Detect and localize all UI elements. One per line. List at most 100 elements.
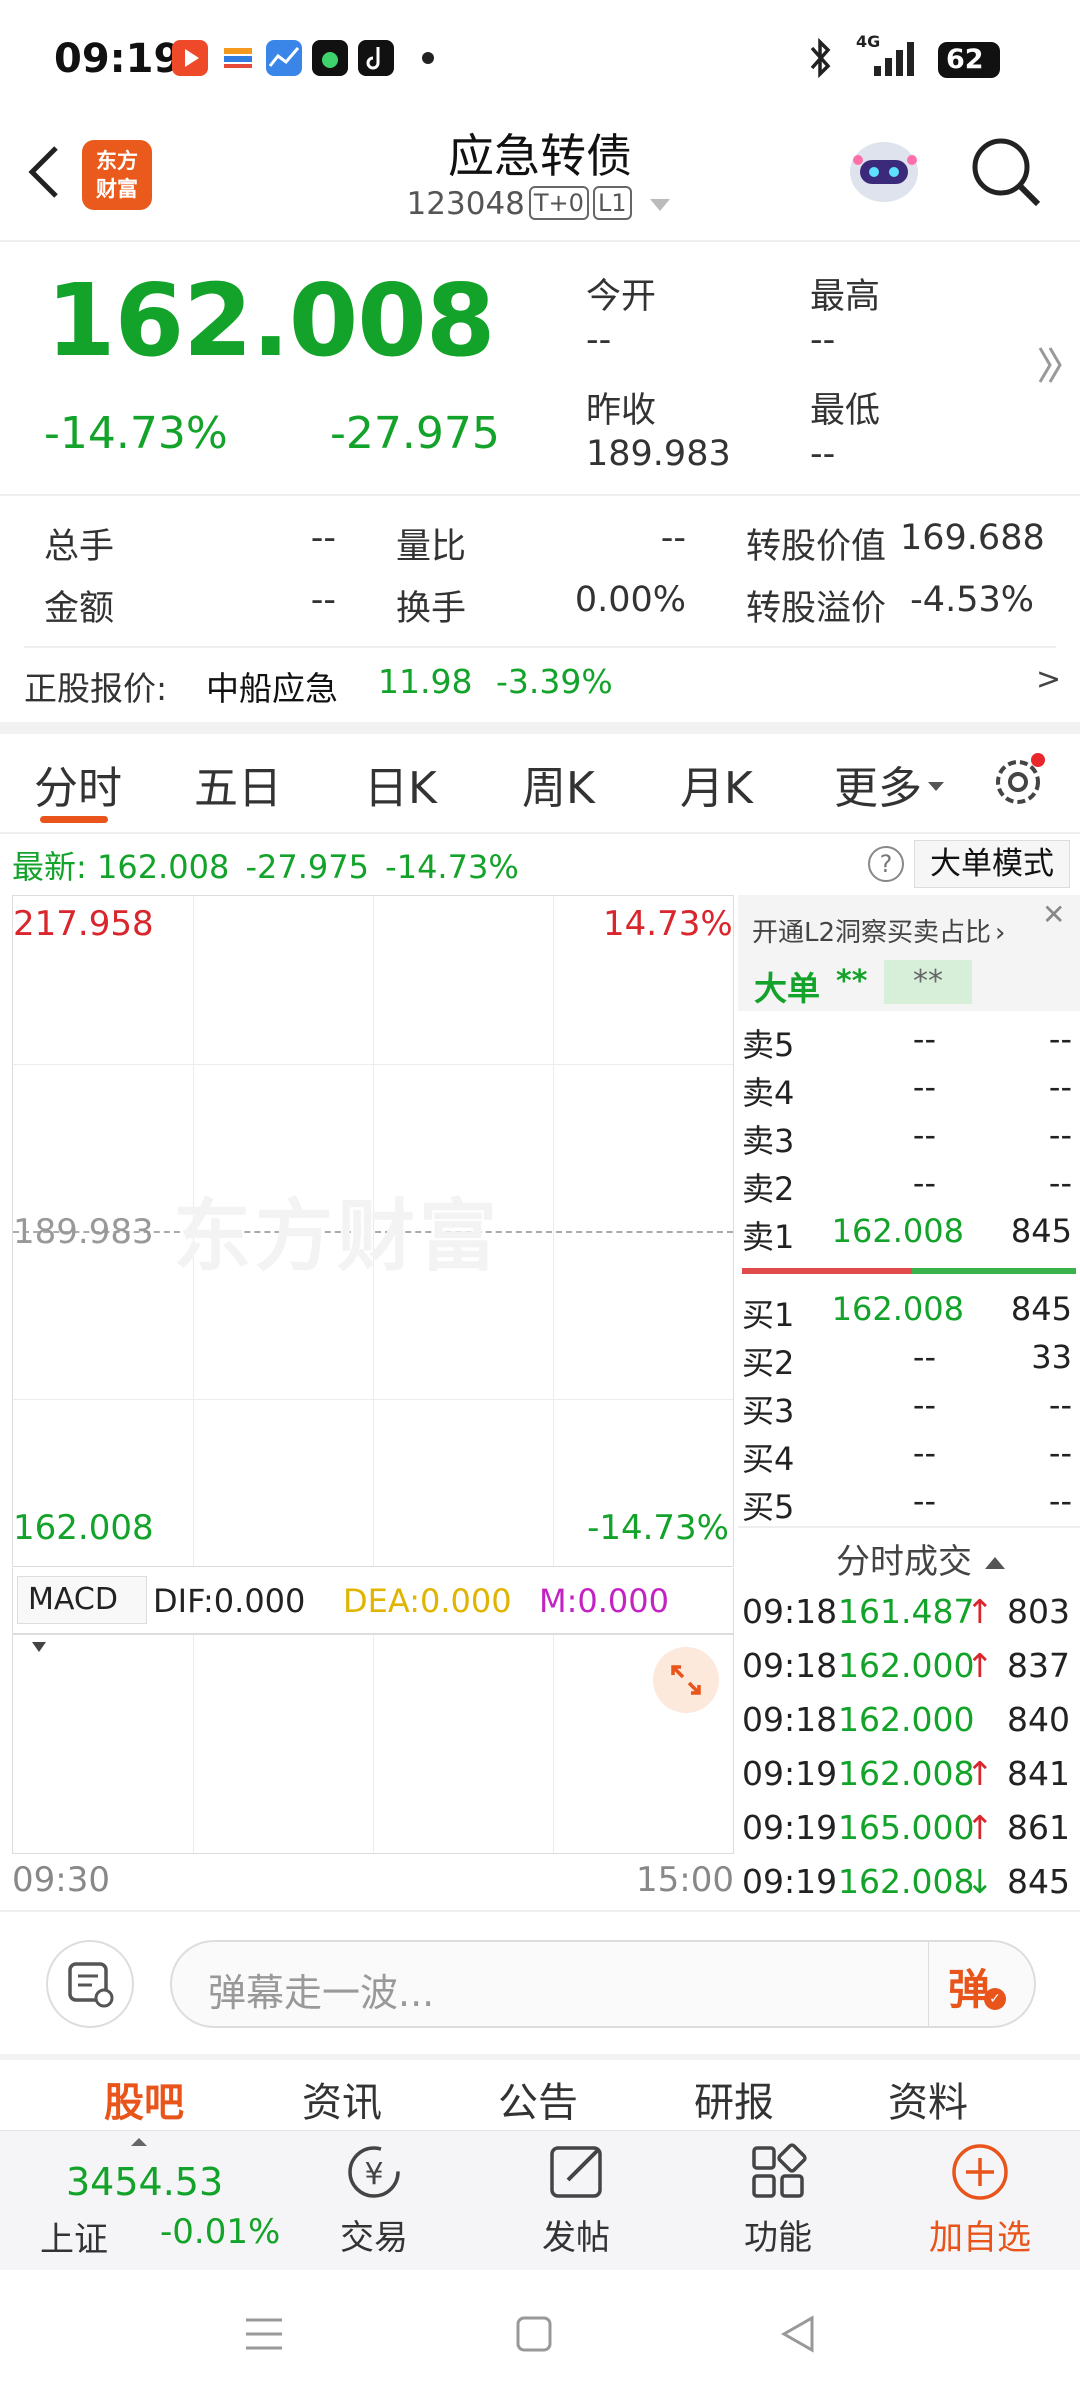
tab-news[interactable]: 资讯: [302, 2070, 382, 2128]
page-title: 应急转债: [448, 129, 632, 183]
ask-level-5[interactable]: 卖5 -- --: [742, 1020, 1076, 1067]
underlying-change: -3.39%: [496, 662, 613, 701]
indicator-name: MACD: [28, 1582, 118, 1617]
ask-price: 162.008: [831, 1212, 964, 1250]
underlying-stock-row[interactable]: 正股报价: 中船应急 11.98 -3.39% >: [0, 650, 1080, 722]
open-label: 今开: [586, 277, 657, 317]
edit-icon: [550, 2146, 602, 2198]
ask-volume: --: [1048, 1116, 1072, 1154]
danmaku-send-button[interactable]: 弹: [948, 1956, 990, 2017]
logo-text-2: 财富: [96, 177, 138, 201]
check-icon: ✓: [984, 1988, 1006, 2010]
robot-assistant-icon[interactable]: [844, 130, 924, 210]
system-back-button[interactable]: [778, 2314, 818, 2358]
recents-button[interactable]: [244, 2314, 284, 2358]
tab-more[interactable]: 更多: [834, 752, 946, 816]
index-ticker[interactable]: 3454.53 上证 -0.01%: [0, 2130, 290, 2270]
latest-label: 最新:: [12, 848, 87, 886]
volume-ratio-label: 量比: [396, 527, 467, 567]
y-axis-bottom: 162.008: [13, 1508, 154, 1548]
tick-up-arrow-icon: ↑: [966, 1646, 994, 1685]
signal-icon: [860, 40, 920, 84]
tab-more-label: 更多: [834, 763, 922, 814]
ask-price: --: [912, 1020, 936, 1058]
macd-m: M:0.000: [539, 1582, 669, 1620]
intraday-chart[interactable]: 东方财富 217.958 14.73% 189.983 162.008 -14.…: [12, 895, 734, 1567]
tab-profile[interactable]: 资料: [888, 2070, 968, 2128]
open-value: --: [586, 320, 612, 360]
ticks-title[interactable]: 分时成交: [836, 1534, 1007, 1583]
l2-promo-link[interactable]: 开通L2洞察买卖占比 ›: [752, 912, 1005, 949]
ask-price: --: [912, 1116, 936, 1154]
chart-settings-button[interactable]: [988, 748, 1052, 816]
index-change: -0.01%: [160, 2212, 281, 2252]
volume-label: 总手: [44, 527, 115, 567]
bid-price: 162.008: [831, 1290, 964, 1328]
volume-value: --: [310, 518, 336, 558]
plus-circle-icon: [952, 2144, 1008, 2200]
ask-level-2[interactable]: 卖2 -- --: [742, 1164, 1076, 1211]
tab-intraday[interactable]: 分时: [34, 752, 122, 816]
tab-five-day[interactable]: 五日: [194, 752, 282, 816]
expand-quote-button[interactable]: [1036, 342, 1066, 392]
tick-volume: 845: [1007, 1862, 1070, 1901]
gear-icon: [996, 753, 1045, 804]
tab-weekly-k[interactable]: 周K: [522, 752, 595, 816]
bid-price: --: [912, 1386, 936, 1424]
volume-ratio-value: --: [660, 518, 686, 558]
tab-monthly-k[interactable]: 月K: [680, 752, 753, 816]
fullscreen-button[interactable]: [653, 1647, 719, 1713]
tick-time: 09:18: [742, 1646, 838, 1685]
home-button[interactable]: [514, 2314, 554, 2358]
indicator-selector[interactable]: MACD: [17, 1576, 147, 1652]
y-axis-top: 217.958: [13, 904, 154, 944]
chart-app-icon: [266, 40, 302, 76]
trade-button[interactable]: ¥ 交易: [314, 2138, 434, 2270]
trade-icon: ¥: [348, 2146, 400, 2198]
logo-text-1: 东方: [96, 149, 138, 173]
tab-announcements[interactable]: 公告: [498, 2070, 578, 2128]
x-axis-start: 09:30: [12, 1860, 110, 1900]
help-icon[interactable]: ?: [868, 846, 904, 882]
danmaku-button-text: 弹: [948, 1965, 991, 2014]
x-axis-end: 15:00: [636, 1860, 734, 1900]
tab-research[interactable]: 研报: [694, 2070, 774, 2128]
danmaku-input[interactable]: 弹幕走一波... 弹 ✓: [170, 1940, 1036, 2028]
ask-label: 卖3: [742, 1122, 795, 1160]
dropdown-triangle-icon: [928, 782, 944, 791]
turnover-label: 换手: [396, 589, 467, 629]
ask-label: 卖4: [742, 1074, 795, 1112]
conversion-value: 169.688: [900, 518, 1045, 558]
ask-level-1[interactable]: 卖1 162.008 845: [742, 1212, 1076, 1259]
ask-level-4[interactable]: 卖4 -- --: [742, 1068, 1076, 1115]
back-button[interactable]: [22, 140, 66, 208]
bid-level-4[interactable]: 买4 -- --: [742, 1434, 1076, 1481]
grid-line: [553, 1635, 554, 1853]
add-watchlist-button[interactable]: 加自选: [920, 2138, 1040, 2270]
tab-daily-k[interactable]: 日K: [364, 752, 437, 816]
tick-up-arrow-icon: ↑: [966, 1592, 994, 1631]
last-price: 162.008: [46, 262, 495, 379]
search-button[interactable]: [968, 134, 1044, 214]
post-button[interactable]: 发帖: [516, 2138, 636, 2270]
bid-level-5[interactable]: 买5 -- --: [742, 1482, 1076, 1529]
post-label: 发帖: [542, 2218, 610, 2258]
high-label: 最高: [810, 277, 881, 317]
bid-level-3[interactable]: 买3 -- --: [742, 1386, 1076, 1433]
index-name: 上证: [40, 2220, 108, 2260]
y-axis-bottom-pct: -14.73%: [587, 1508, 729, 1548]
double-chevron-right-icon: [1038, 347, 1062, 383]
bid-level-2[interactable]: 买2 -- 33: [742, 1338, 1076, 1385]
section-gap: [0, 2054, 1080, 2060]
dropdown-triangle-icon: [650, 199, 671, 211]
latest-price: 162.008: [96, 848, 230, 886]
bid-level-1[interactable]: 买1 162.008 845: [742, 1290, 1076, 1337]
comment-settings-button[interactable]: [46, 1940, 134, 2028]
security-code-selector[interactable]: 123048 T+0 L1: [350, 186, 730, 222]
danmaku-placeholder: 弹幕走一波...: [208, 1971, 435, 2015]
big-order-mode-button[interactable]: 大单模式: [914, 840, 1070, 888]
functions-button[interactable]: 功能: [718, 2138, 838, 2270]
ask-level-3[interactable]: 卖3 -- --: [742, 1116, 1076, 1163]
close-icon[interactable]: ✕: [1042, 898, 1065, 931]
tab-guba[interactable]: 股吧: [104, 2070, 184, 2128]
